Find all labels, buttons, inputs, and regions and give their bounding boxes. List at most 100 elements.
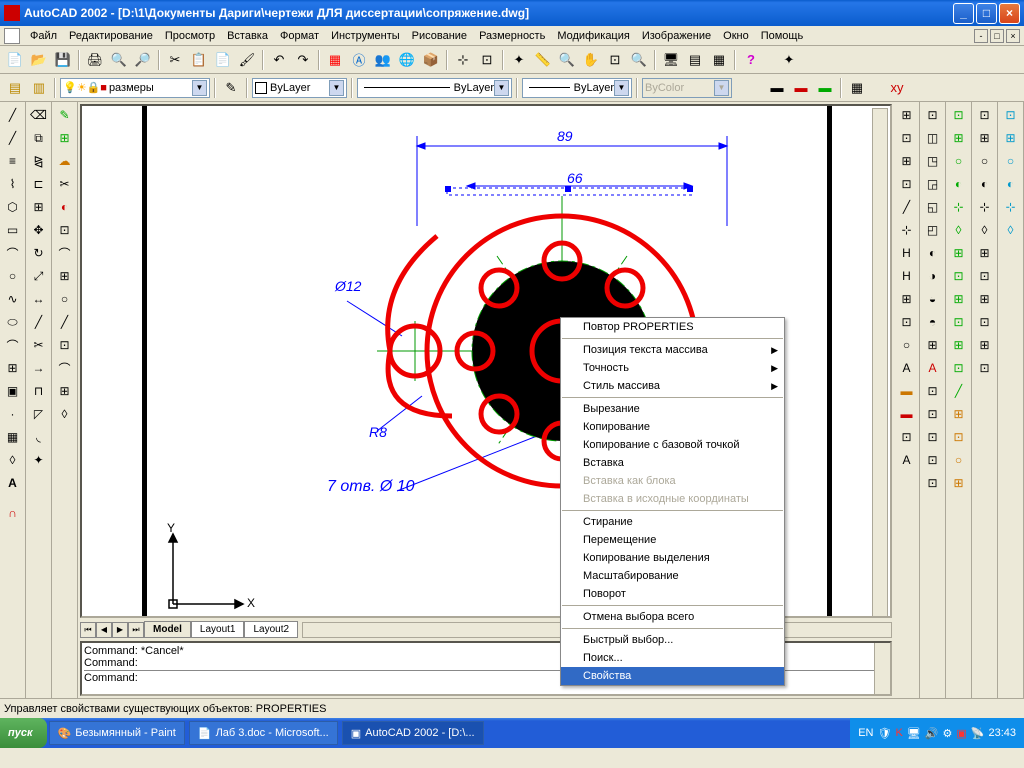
redo-icon[interactable]: ↷: [292, 49, 314, 71]
mline-icon[interactable]: ≡: [2, 150, 24, 172]
r4-8-icon[interactable]: ⊡: [974, 265, 996, 287]
r3-11-icon[interactable]: ⊞: [948, 334, 970, 356]
ex5-icon[interactable]: ◐: [54, 196, 76, 218]
circle-icon[interactable]: ○: [2, 265, 24, 287]
autodesk-icon[interactable]: Ⓐ: [348, 49, 370, 71]
today-icon[interactable]: ▦: [324, 49, 346, 71]
r4-7-icon[interactable]: ⊞: [974, 242, 996, 264]
layers-icon[interactable]: ▤: [4, 77, 26, 99]
publish-icon[interactable]: 🌐: [396, 49, 418, 71]
ctx-repeat[interactable]: Повтор PROPERTIES: [561, 318, 784, 336]
ctx-find[interactable]: Поиск...: [561, 649, 784, 667]
fillet-icon[interactable]: ◟: [28, 426, 50, 448]
tray-icon[interactable]: 🛡: [878, 727, 892, 740]
r4-10-icon[interactable]: ⊡: [974, 311, 996, 333]
line-icon[interactable]: ╱: [2, 104, 24, 126]
hatch-icon[interactable]: ▦: [2, 426, 24, 448]
r2-3-icon[interactable]: ◳: [922, 150, 944, 172]
r5-6-icon[interactable]: ◊: [1000, 219, 1022, 241]
r2-14-icon[interactable]: ⊡: [922, 403, 944, 425]
break-icon[interactable]: ⊓: [28, 380, 50, 402]
r3-7-icon[interactable]: ⊞: [948, 242, 970, 264]
menu-draw[interactable]: Рисование: [406, 28, 473, 44]
xline-icon[interactable]: ╱: [2, 127, 24, 149]
taskbtn-word[interactable]: 📄 Лаб 3.doc - Microsoft...: [189, 721, 338, 745]
menu-help[interactable]: Помощь: [755, 28, 810, 44]
scale-icon[interactable]: ⤢: [28, 265, 50, 287]
r2-10-icon[interactable]: ◓: [922, 311, 944, 333]
lengthen-icon[interactable]: ╱: [28, 311, 50, 333]
copy-icon[interactable]: 📋: [188, 49, 210, 71]
trim-icon[interactable]: ✂: [28, 334, 50, 356]
tab-next-icon[interactable]: ▶: [112, 622, 128, 638]
layer-combo[interactable]: 💡☀🔒■ размеры ▼: [60, 78, 210, 98]
doc-close-button[interactable]: ×: [1006, 29, 1020, 43]
menu-image[interactable]: Изображение: [636, 28, 717, 44]
zoom-realtime-icon[interactable]: 🔍: [556, 49, 578, 71]
meetnow-icon[interactable]: 👥: [372, 49, 394, 71]
find-icon[interactable]: 🔎: [132, 49, 154, 71]
close-button[interactable]: ×: [999, 3, 1020, 24]
polygon-icon[interactable]: ⬡: [2, 196, 24, 218]
erase-icon[interactable]: ⌫: [28, 104, 50, 126]
r1-9-icon[interactable]: ⊞: [896, 288, 918, 310]
r4-6-icon[interactable]: ◊: [974, 219, 996, 241]
ctx-precision[interactable]: Точность▶: [561, 359, 784, 377]
r4-3-icon[interactable]: ○: [974, 150, 996, 172]
explode-icon[interactable]: ✦: [28, 449, 50, 471]
ex2-icon[interactable]: ⊞: [54, 127, 76, 149]
rectangle-icon[interactable]: ▭: [2, 219, 24, 241]
r3-8-icon[interactable]: ⊡: [948, 265, 970, 287]
cut-icon[interactable]: ✂: [164, 49, 186, 71]
dropdown-icon[interactable]: ▼: [494, 80, 509, 96]
ex8-icon[interactable]: ⊞: [54, 265, 76, 287]
ex7-icon[interactable]: ⌒: [54, 242, 76, 264]
ctx-qselect[interactable]: Быстрый выбор...: [561, 631, 784, 649]
r1-7-icon[interactable]: H: [896, 242, 918, 264]
new-icon[interactable]: 📄: [4, 49, 26, 71]
r1-6-icon[interactable]: ⊹: [896, 219, 918, 241]
dropdown-icon[interactable]: ▼: [714, 80, 729, 96]
r2-13-icon[interactable]: ⊡: [922, 380, 944, 402]
preview-icon[interactable]: 🔍: [108, 49, 130, 71]
ex6-icon[interactable]: ⊡: [54, 219, 76, 241]
r5-1-icon[interactable]: ⊡: [1000, 104, 1022, 126]
save-icon[interactable]: 💾: [52, 49, 74, 71]
menu-tools[interactable]: Инструменты: [325, 28, 406, 44]
r2-16-icon[interactable]: ⊡: [922, 449, 944, 471]
r2-7-icon[interactable]: ◐: [922, 242, 944, 264]
r3-6-icon[interactable]: ◊: [948, 219, 970, 241]
pan-icon[interactable]: ✋: [580, 49, 602, 71]
r1-11-icon[interactable]: ○: [896, 334, 918, 356]
designcenter-icon[interactable]: ▦: [708, 49, 730, 71]
layermatch-icon[interactable]: ✎: [220, 77, 242, 99]
doc-restore-button[interactable]: □: [990, 29, 1004, 43]
dim2-icon[interactable]: ▬: [790, 77, 812, 99]
linetype-combo[interactable]: ByLayer ▼: [357, 78, 512, 98]
lineweight-combo[interactable]: ByLayer ▼: [522, 78, 632, 98]
ctx-scale[interactable]: Масштабирование: [561, 567, 784, 585]
r3-15-icon[interactable]: ⊡: [948, 426, 970, 448]
r4-5-icon[interactable]: ⊹: [974, 196, 996, 218]
r5-4-icon[interactable]: ◐: [1000, 173, 1022, 195]
ctx-cut[interactable]: Вырезание: [561, 400, 784, 418]
dim5-icon[interactable]: xy: [886, 77, 908, 99]
r3-3-icon[interactable]: ○: [948, 150, 970, 172]
menu-view[interactable]: Просмотр: [159, 28, 221, 44]
doc-minimize-button[interactable]: -: [974, 29, 988, 43]
ex12-icon[interactable]: ⌒: [54, 357, 76, 379]
properties-icon[interactable]: ▤: [684, 49, 706, 71]
r2-8-icon[interactable]: ◑: [922, 265, 944, 287]
r3-14-icon[interactable]: ⊞: [948, 403, 970, 425]
r2-4-icon[interactable]: ◲: [922, 173, 944, 195]
ex9-icon[interactable]: ○: [54, 288, 76, 310]
tab-layout1[interactable]: Layout1: [191, 621, 245, 638]
minimize-button[interactable]: _: [953, 3, 974, 24]
dist-icon[interactable]: 📏: [532, 49, 554, 71]
cmd-scrollbar[interactable]: [874, 643, 890, 694]
taskbtn-acad[interactable]: ▣ AutoCAD 2002 - [D:\...: [342, 721, 484, 745]
tray-icon[interactable]: 🔊: [925, 727, 939, 740]
r4-4-icon[interactable]: ◐: [974, 173, 996, 195]
r5-5-icon[interactable]: ⊹: [1000, 196, 1022, 218]
etransmit-icon[interactable]: 📦: [420, 49, 442, 71]
